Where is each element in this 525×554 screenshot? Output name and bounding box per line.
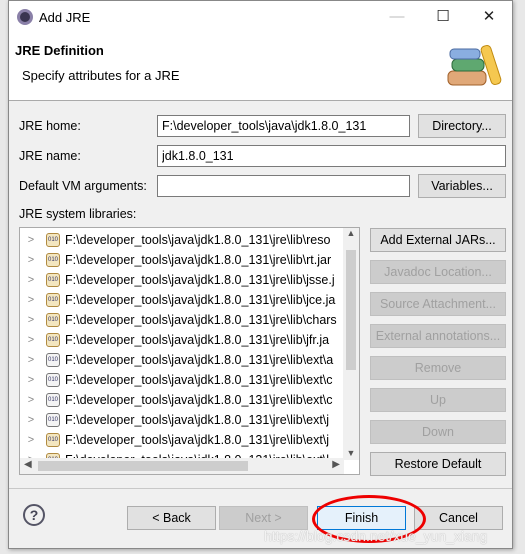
minimize-button[interactable]: — <box>374 1 420 31</box>
library-row[interactable]: >010 F:\developer_tools\java\jdk1.8.0_131… <box>20 330 346 350</box>
library-row[interactable]: >010 F:\developer_tools\java\jdk1.8.0_131… <box>20 410 346 430</box>
expand-chevron-icon[interactable]: > <box>20 294 42 306</box>
scroll-left-icon[interactable]: ◀ <box>24 459 32 470</box>
scroll-thumb-horizontal[interactable] <box>38 461 248 471</box>
jre-home-label: JRE home: <box>19 119 81 133</box>
variables-button[interactable]: Variables... <box>418 174 506 198</box>
eclipse-icon <box>17 9 33 25</box>
library-row[interactable]: >010 F:\developer_tools\java\jdk1.8.0_131… <box>20 350 346 370</box>
expand-chevron-icon[interactable]: > <box>20 314 42 326</box>
add-jre-dialog: Add JRE — ☐ ✕ JRE Definition Specify att… <box>8 0 513 549</box>
page-description: Specify attributes for a JRE <box>22 68 180 83</box>
restore-default-button[interactable]: Restore Default <box>370 452 506 476</box>
scroll-down-icon[interactable]: ▼ <box>343 448 359 458</box>
archive-jar-icon: 010 <box>46 273 60 287</box>
remove-button[interactable]: Remove <box>370 356 506 380</box>
library-row[interactable]: >010 F:\developer_tools\java\jdk1.8.0_131… <box>20 310 346 330</box>
close-button[interactable]: ✕ <box>466 1 512 31</box>
library-path: F:\developer_tools\java\jdk1.8.0_131\jre… <box>65 433 330 447</box>
archive-jar-icon: 010 <box>46 313 60 327</box>
archive-jar-icon: 010 <box>46 253 60 267</box>
expand-chevron-icon[interactable]: > <box>20 274 42 286</box>
archive-jar-icon: 010 <box>46 433 60 447</box>
vm-args-input[interactable] <box>157 175 410 197</box>
library-row[interactable]: >010 F:\developer_tools\java\jdk1.8.0_131… <box>20 250 346 270</box>
scroll-right-icon[interactable]: ▶ <box>332 459 340 470</box>
library-path: F:\developer_tools\java\jdk1.8.0_131\jre… <box>65 333 330 347</box>
horizontal-scrollbar[interactable]: ◀ ▶ <box>20 458 344 474</box>
jre-home-input[interactable] <box>157 115 410 137</box>
scroll-thumb[interactable] <box>346 250 356 370</box>
library-path: F:\developer_tools\java\jdk1.8.0_131\jre… <box>65 413 330 427</box>
library-path: F:\developer_tools\java\jdk1.8.0_131\jre… <box>65 353 334 367</box>
library-row[interactable]: >010 F:\developer_tools\java\jdk1.8.0_131… <box>20 270 346 290</box>
library-path: F:\developer_tools\java\jdk1.8.0_131\jre… <box>65 273 335 287</box>
library-path: F:\developer_tools\java\jdk1.8.0_131\jre… <box>65 313 337 327</box>
libraries-tree[interactable]: >010 F:\developer_tools\java\jdk1.8.0_131… <box>19 227 360 475</box>
library-path: F:\developer_tools\java\jdk1.8.0_131\jre… <box>65 253 332 267</box>
library-row[interactable]: >010 F:\developer_tools\java\jdk1.8.0_131… <box>20 290 346 310</box>
add-external-jars-button[interactable]: Add External JARs... <box>370 228 506 252</box>
finish-button[interactable]: Finish <box>317 506 406 530</box>
back-button[interactable]: < Back <box>127 506 216 530</box>
down-button[interactable]: Down <box>370 420 506 444</box>
source-attachment-button[interactable]: Source Attachment... <box>370 292 506 316</box>
binary-jar-icon: 010 <box>46 393 60 407</box>
jre-name-input[interactable] <box>157 145 506 167</box>
up-button[interactable]: Up <box>370 388 506 412</box>
expand-chevron-icon[interactable]: > <box>20 334 42 346</box>
scroll-up-icon[interactable]: ▲ <box>343 228 359 238</box>
expand-chevron-icon[interactable]: > <box>20 434 42 446</box>
page-title: JRE Definition <box>15 43 104 58</box>
archive-jar-icon: 010 <box>46 333 60 347</box>
help-icon[interactable]: ? <box>23 504 45 526</box>
library-path: F:\developer_tools\java\jdk1.8.0_131\jre… <box>65 393 333 407</box>
expand-chevron-icon[interactable]: > <box>20 414 42 426</box>
footer-separator <box>9 488 512 489</box>
expand-chevron-icon[interactable]: > <box>20 374 42 386</box>
cancel-button[interactable]: Cancel <box>414 506 503 530</box>
library-row[interactable]: >010 F:\developer_tools\java\jdk1.8.0_131… <box>20 430 346 450</box>
expand-chevron-icon[interactable]: > <box>20 394 42 406</box>
binary-jar-icon: 010 <box>46 353 60 367</box>
libraries-label: JRE system libraries: <box>19 207 137 221</box>
javadoc-location-button[interactable]: Javadoc Location... <box>370 260 506 284</box>
vertical-scrollbar[interactable]: ▲ ▼ <box>343 228 359 460</box>
library-row[interactable]: >010 F:\developer_tools\java\jdk1.8.0_131… <box>20 390 346 410</box>
archive-jar-icon: 010 <box>46 293 60 307</box>
library-row[interactable]: >010 F:\developer_tools\java\jdk1.8.0_131… <box>20 370 346 390</box>
wizard-header: JRE Definition Specify attributes for a … <box>9 33 512 101</box>
external-annotations-button[interactable]: External annotations... <box>370 324 506 348</box>
jre-name-label: JRE name: <box>19 149 81 163</box>
library-row[interactable]: >010 F:\developer_tools\java\jdk1.8.0_131… <box>20 230 346 250</box>
archive-jar-icon: 010 <box>46 233 60 247</box>
library-path: F:\developer_tools\java\jdk1.8.0_131\jre… <box>65 233 331 247</box>
binary-jar-icon: 010 <box>46 413 60 427</box>
library-books-icon <box>447 44 502 86</box>
expand-chevron-icon[interactable]: > <box>20 254 42 266</box>
library-path: F:\developer_tools\java\jdk1.8.0_131\jre… <box>65 373 333 387</box>
watermark: https://blog.csdn.net/xue_yun_xiang <box>264 528 488 544</box>
expand-chevron-icon[interactable]: > <box>20 354 42 366</box>
maximize-button[interactable]: ☐ <box>420 1 466 31</box>
binary-jar-icon: 010 <box>46 373 60 387</box>
vm-args-label: Default VM arguments: <box>19 179 147 193</box>
library-path: F:\developer_tools\java\jdk1.8.0_131\jre… <box>65 293 336 307</box>
directory-button[interactable]: Directory... <box>418 114 506 138</box>
expand-chevron-icon[interactable]: > <box>20 234 42 246</box>
window-title: Add JRE <box>39 9 91 25</box>
next-button[interactable]: Next > <box>219 506 308 530</box>
